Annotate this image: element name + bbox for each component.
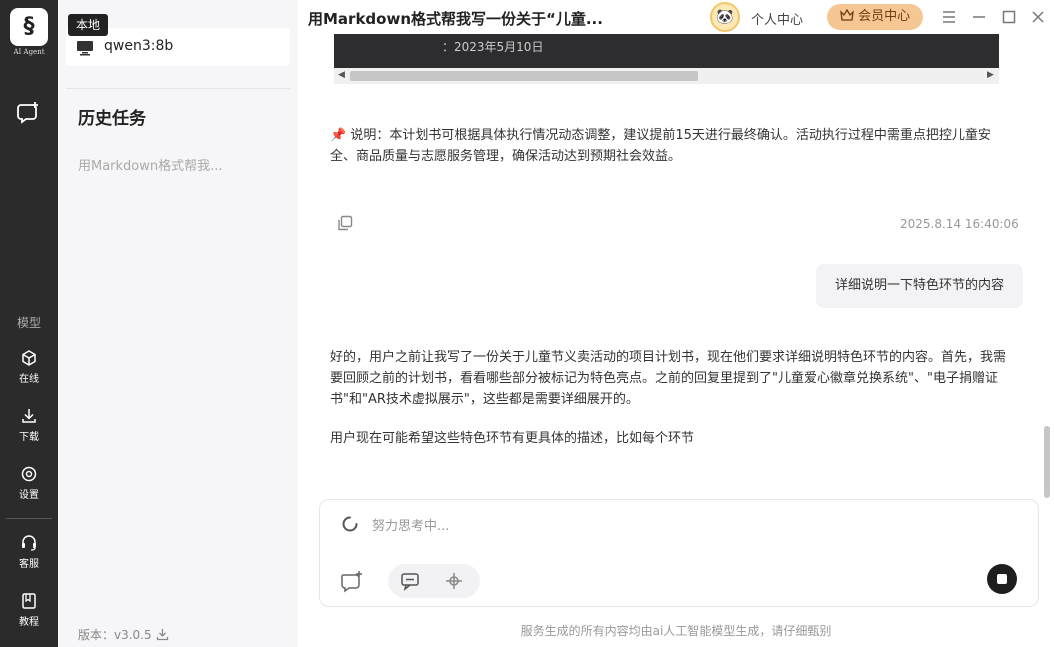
monitor-icon [77, 41, 93, 56]
code-horizontal-scrollbar[interactable]: ◀ ▶ [334, 68, 999, 84]
title-bar: 用Markdown格式帮我写一份关于“儿童... 🐼 个人中心 会员中心 [298, 0, 1054, 34]
assistant-answer: 好的，用户之前让我写了一份关于儿童节义卖活动的项目计划书，现在他们要求详细说明特… [330, 347, 1014, 449]
window-title: 用Markdown格式帮我写一份关于“儿童... [308, 10, 603, 28]
model-section-label: 模型 [16, 316, 41, 330]
thinking-status: 努力思考中... [372, 519, 450, 534]
answer-paragraph: 用户现在可能希望这些特色环节有更具体的描述，比如每个环节 [330, 431, 695, 446]
crown-icon [840, 8, 854, 21]
user-center-link[interactable]: 个人中心 [751, 9, 803, 28]
headset-icon [22, 535, 36, 551]
logo-mark-icon: § [10, 8, 48, 46]
tool-toggle-group [388, 564, 480, 598]
version-info: 版本：v3.0.5 [78, 626, 169, 643]
rail-item-online-label: 在线 [19, 374, 39, 385]
loading-spinner-icon [342, 516, 358, 532]
version-label: 版本：v3.0.5 [78, 628, 152, 642]
nav-rail: § AI Agent 模型 在线 下载 设置 客服 教程 [0, 0, 58, 647]
rail-item-tutorial-label: 教程 [19, 617, 39, 628]
new-topic-icon[interactable] [338, 568, 366, 596]
rail-item-settings[interactable]: 设置 [0, 465, 58, 501]
answer-paragraph: 好的，用户之前让我写了一份关于儿童节义卖活动的项目计划书，现在他们要求详细说明特… [330, 350, 1007, 407]
scroll-left-arrow-icon[interactable]: ◀ [338, 70, 345, 80]
rail-item-support-label: 客服 [19, 559, 39, 570]
history-title: 历史任务 [78, 109, 146, 129]
pin-icon: 📌 [330, 128, 347, 143]
chat-area: ：2023年5月10日 ◀ ▶ 📌 说明：本计划书可根据具体执行情况动态调整，建… [298, 34, 1054, 647]
book-icon [22, 593, 36, 609]
rail-item-support[interactable]: 客服 [0, 534, 58, 570]
vip-center-label: 会员中心 [858, 9, 911, 24]
history-item[interactable]: 用Markdown格式帮我... [78, 155, 223, 174]
model-name: qwen3:8b [104, 38, 174, 54]
rail-item-download[interactable]: 下载 [0, 407, 58, 443]
maximize-icon[interactable] [1000, 8, 1018, 26]
user-message-bubble: 详细说明一下特色环节的内容 [816, 264, 1023, 308]
code-block: ：2023年5月10日 [334, 34, 999, 68]
vip-center-button[interactable]: 会员中心 [827, 4, 923, 30]
app-logo: § AI Agent [9, 8, 49, 60]
rail-item-settings-label: 设置 [19, 490, 39, 501]
local-tooltip: 本地 [68, 14, 109, 36]
note-paragraph: 📌 说明：本计划书可根据具体执行情况动态调整，建议提前15天进行最终确认。活动执… [330, 125, 1002, 167]
note-text: 说明：本计划书可根据具体执行情况动态调整，建议提前15天进行最终确认。活动执行过… [330, 128, 991, 164]
minimize-icon[interactable] [970, 8, 988, 26]
close-icon[interactable] [1029, 8, 1047, 26]
copy-icon[interactable] [336, 214, 354, 232]
stop-generation-button[interactable] [987, 564, 1017, 594]
stop-icon [997, 574, 1007, 584]
chat-input-box[interactable]: 努力思考中... [319, 499, 1039, 607]
chat-mode-icon[interactable] [400, 571, 420, 591]
disclaimer-footer: 服务生成的所有内容均由ai人工智能模型生成，请仔细甄别 [520, 624, 832, 638]
avatar[interactable]: 🐼 [710, 2, 740, 32]
rail-item-online[interactable]: 在线 [0, 349, 58, 385]
history-sidebar: qwen3:8b 本地 历史任务 用Markdown格式帮我... 版本：v3.… [58, 0, 298, 647]
download-icon [22, 409, 36, 423]
sidebar-divider [66, 88, 290, 89]
new-chat-icon [17, 102, 38, 124]
menu-icon[interactable] [940, 8, 958, 26]
plugin-icon[interactable] [444, 571, 464, 591]
message-timestamp: 2025.8.14 16:40:06 [900, 217, 1019, 231]
rail-item-download-label: 下载 [19, 432, 39, 443]
chat-vertical-scrollbar[interactable] [1044, 426, 1050, 498]
scrollbar-thumb[interactable] [350, 71, 698, 81]
new-chat-button[interactable] [16, 100, 42, 126]
code-line: ：2023年5月10日 [442, 40, 544, 54]
rail-divider [6, 518, 52, 519]
scroll-right-arrow-icon[interactable]: ▶ [987, 70, 994, 80]
settings-icon [21, 466, 37, 482]
download-update-icon[interactable] [156, 628, 169, 641]
logo-text: AI Agent [13, 48, 45, 56]
rail-item-tutorial[interactable]: 教程 [0, 592, 58, 628]
app-window: § AI Agent 模型 在线 下载 设置 客服 教程 qwen3:8b 本地… [0, 0, 1054, 647]
cube-icon [22, 350, 36, 366]
